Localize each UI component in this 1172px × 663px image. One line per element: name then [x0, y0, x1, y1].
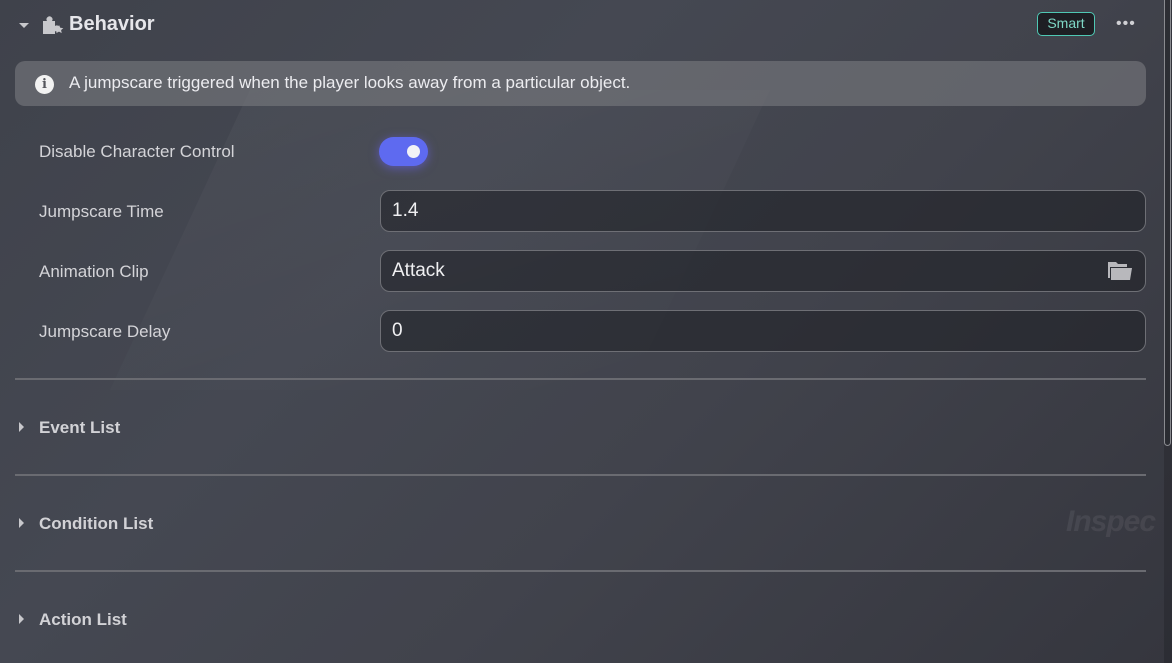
scrollbar-thumb[interactable] — [1164, 0, 1171, 446]
divider — [15, 570, 1146, 572]
description-banner: i A jumpscare triggered when the player … — [15, 61, 1146, 106]
animation-clip-label: Animation Clip — [39, 262, 149, 281]
animation-clip-field[interactable]: Attack — [380, 250, 1146, 292]
jumpscare-time-label: Jumpscare Time — [39, 202, 164, 221]
jumpscare-time-input[interactable]: 1.4 — [380, 190, 1146, 232]
more-options-icon[interactable]: ••• — [1116, 16, 1140, 32]
section-title: Behavior — [69, 13, 155, 35]
expand-caret-icon[interactable] — [19, 422, 24, 432]
disable-character-control-toggle[interactable] — [379, 137, 428, 166]
expand-caret-icon[interactable] — [19, 518, 24, 528]
info-icon: i — [35, 75, 54, 94]
description-text: A jumpscare triggered when the player lo… — [69, 73, 631, 92]
animation-clip-value: Attack — [392, 260, 445, 281]
inspector-watermark: Inspec — [1066, 505, 1156, 538]
condition-list-header[interactable]: Condition List — [39, 514, 153, 534]
jumpscare-delay-value: 0 — [392, 320, 403, 341]
toggle-knob — [407, 145, 420, 158]
collapse-caret-icon[interactable] — [19, 23, 29, 28]
behavior-header: Behavior Smart ••• — [0, 0, 1160, 52]
divider — [15, 474, 1146, 476]
divider — [15, 378, 1146, 380]
folder-icon[interactable] — [1107, 261, 1133, 281]
event-list-header[interactable]: Event List — [39, 418, 120, 438]
action-list-header[interactable]: Action List — [39, 610, 127, 630]
smart-badge[interactable]: Smart — [1037, 12, 1095, 36]
disable-character-control-label: Disable Character Control — [39, 142, 235, 161]
expand-caret-icon[interactable] — [19, 614, 24, 624]
jumpscare-time-value: 1.4 — [392, 200, 419, 221]
jumpscare-delay-input[interactable]: 0 — [380, 310, 1146, 352]
puzzle-star-icon — [43, 16, 64, 34]
jumpscare-delay-label: Jumpscare Delay — [39, 322, 171, 341]
